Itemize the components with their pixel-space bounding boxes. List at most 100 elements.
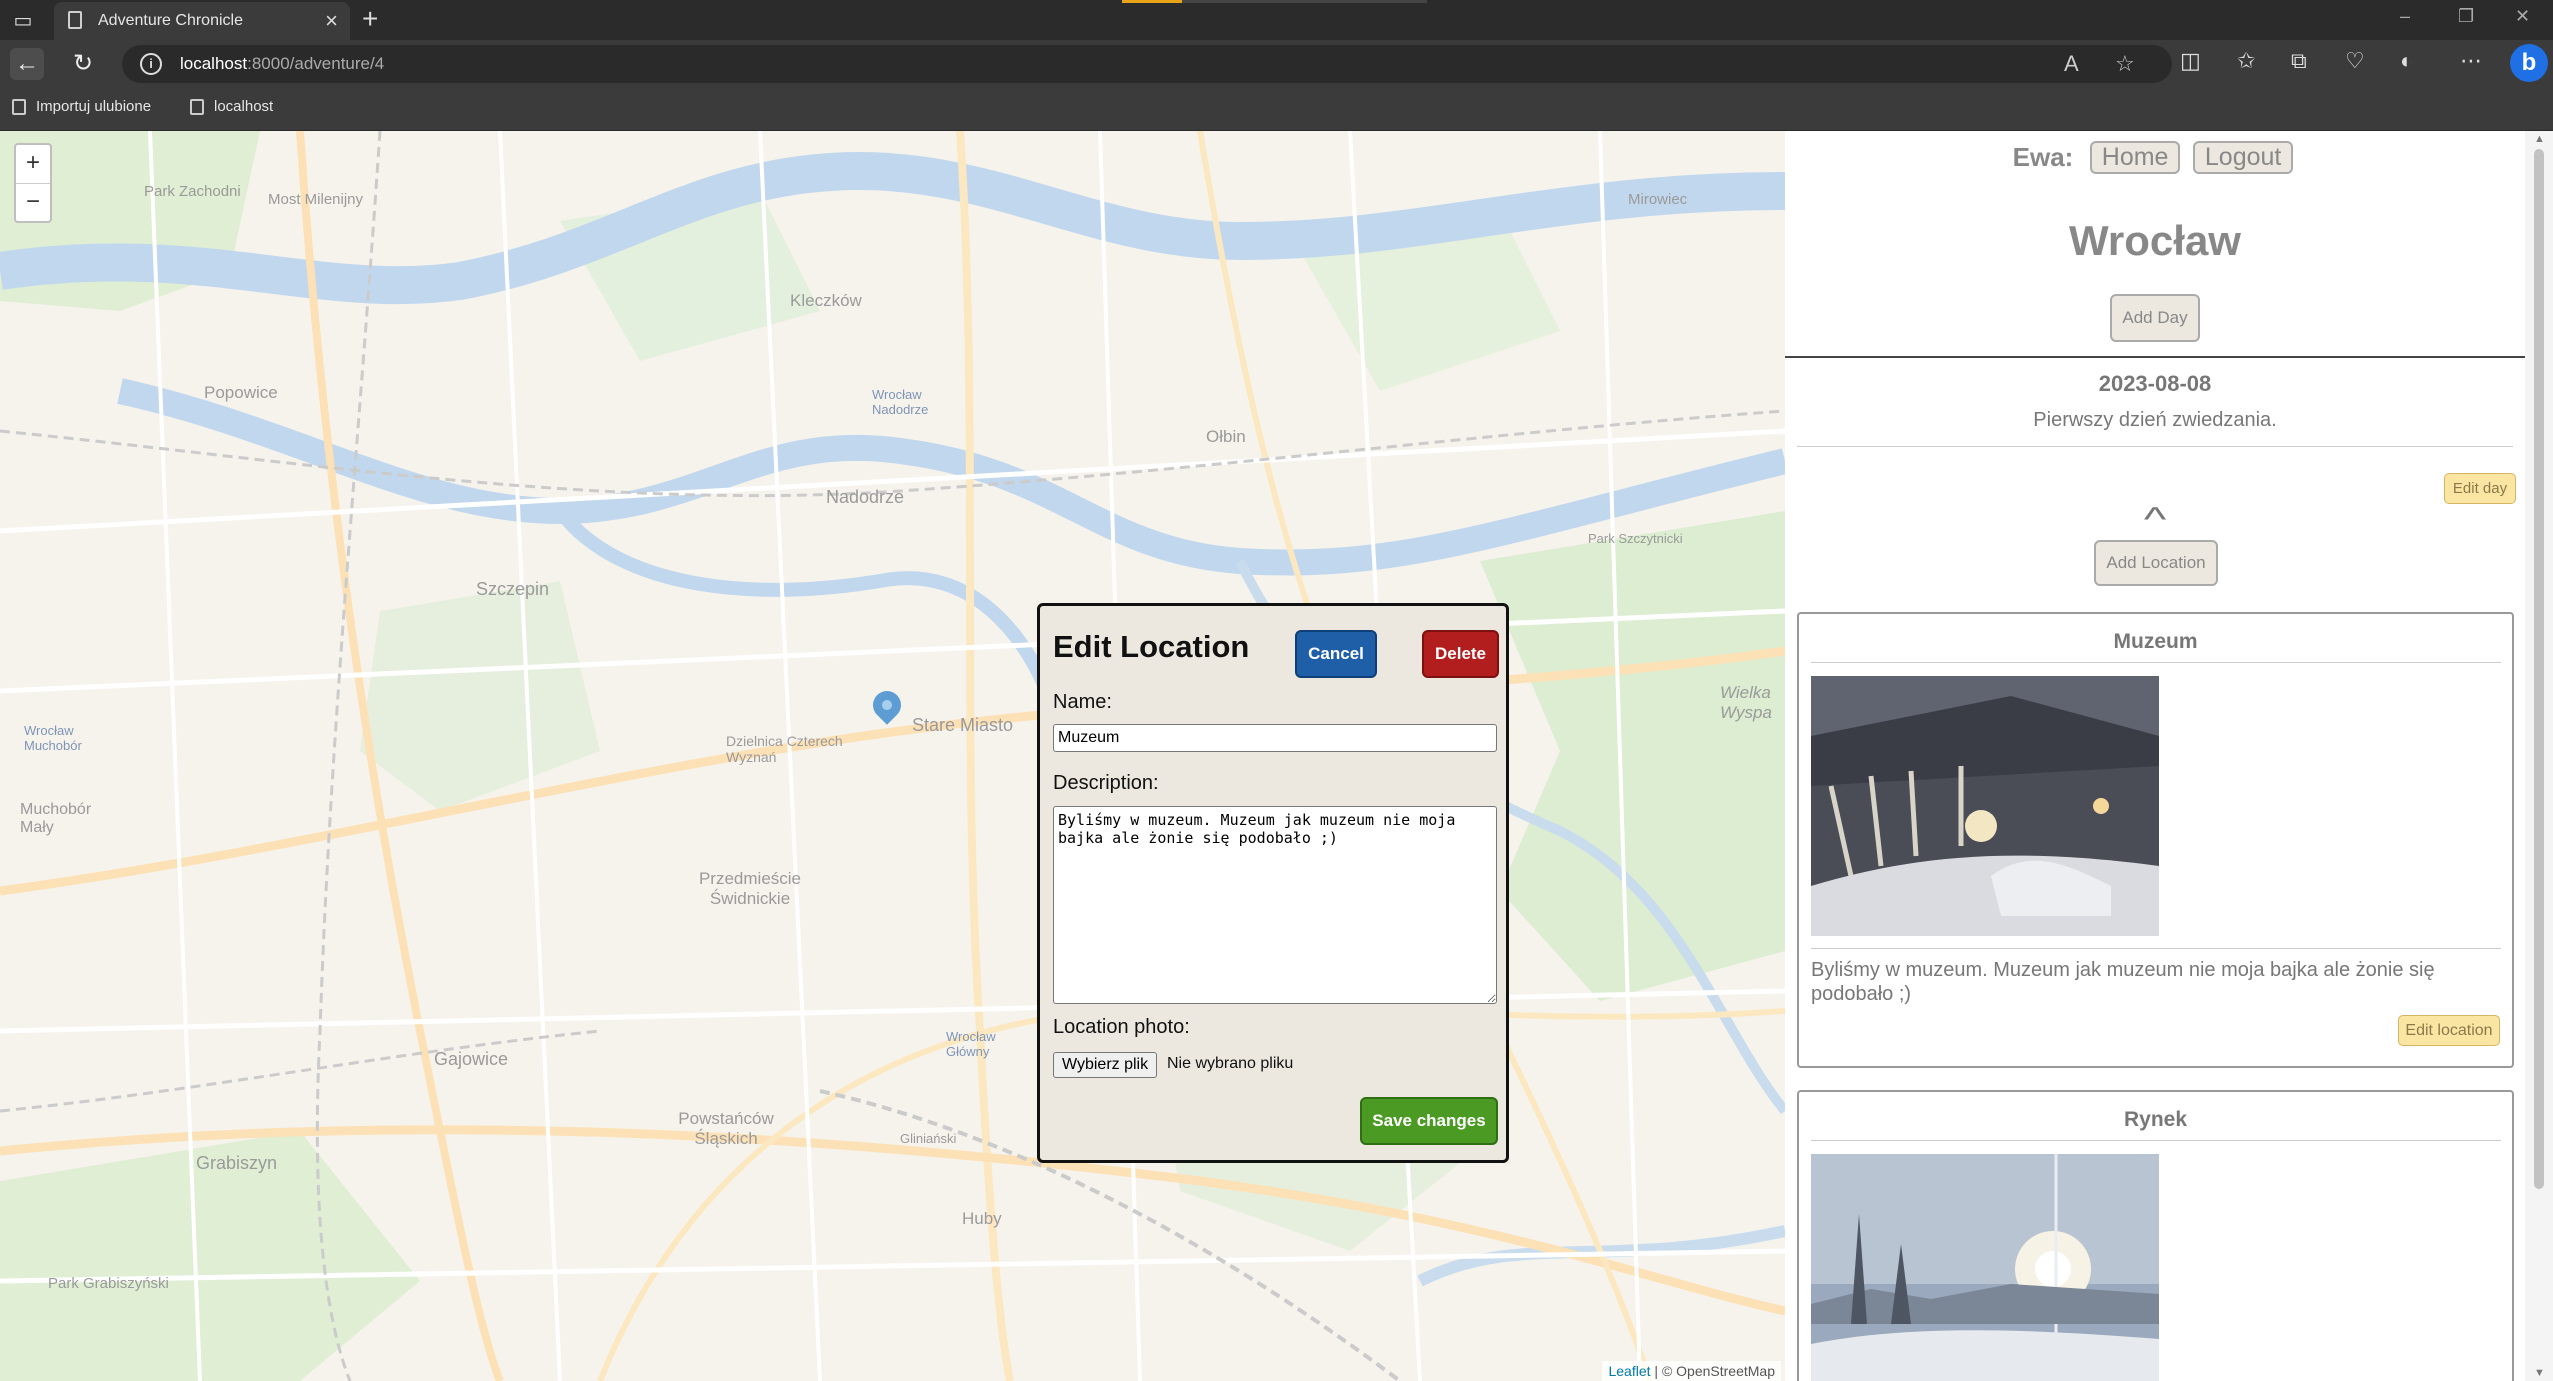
map-label: Szczepin: [476, 579, 550, 599]
map-label: Ołbin: [1206, 427, 1246, 446]
minimize-button[interactable]: –: [2400, 6, 2410, 27]
performance-icon[interactable]: ♡: [2345, 48, 2365, 74]
description-field[interactable]: Byliśmy w muzeum. Muzeum jak muzeum nie …: [1053, 806, 1497, 1004]
map-attribution: Leaflet | © OpenStreetMap: [1602, 1361, 1781, 1381]
location-name: Rynek: [2123, 1108, 2188, 1131]
day-description: Pierwszy dzień zwiedzania.: [2033, 409, 2277, 431]
tab-indicator-track: [1182, 0, 1427, 3]
name-label: Name:: [1053, 691, 1112, 713]
page-icon: [68, 11, 82, 29]
map-label: Przedmieście Świdnickie: [698, 869, 802, 908]
map-label: Gajowice: [434, 1049, 509, 1069]
map-label: Mirowiec: [1628, 191, 1688, 208]
file-status: Nie wybrano pliku: [1167, 1055, 1294, 1072]
map-label: Kleczków: [790, 291, 862, 310]
copilot-icon[interactable]: b: [2510, 44, 2548, 82]
save-changes-button[interactable]: Save changes: [1360, 1097, 1498, 1145]
cancel-button[interactable]: Cancel: [1295, 630, 1377, 678]
user-nav: Ewa: Home Logout: [1785, 141, 2525, 174]
leaflet-link[interactable]: Leaflet: [1608, 1363, 1650, 1379]
photo-label: Location photo:: [1053, 1016, 1190, 1038]
collapse-chevron-icon[interactable]: ^: [1785, 501, 2525, 540]
map-label: Gliniański: [900, 1131, 957, 1146]
close-tab-icon[interactable]: ×: [325, 8, 338, 34]
edit-location-button[interactable]: Edit location: [2398, 1015, 2500, 1046]
divider: [1797, 446, 2513, 447]
import-icon: [12, 99, 26, 116]
site-info-icon[interactable]: i: [140, 53, 162, 75]
scroll-down-icon[interactable]: ▼: [2534, 1367, 2545, 1379]
reload-button[interactable]: ↻: [66, 48, 100, 80]
location-card: Rynek: [1797, 1090, 2514, 1381]
divider: [1811, 1140, 2501, 1141]
tab-indicator: [1122, 0, 1182, 3]
name-field[interactable]: [1053, 724, 1497, 752]
map-label: Nadodrze: [826, 487, 905, 507]
map-label: Park Szczytnicki: [1588, 531, 1683, 546]
split-screen-icon[interactable]: ◫: [2180, 48, 2201, 74]
browser-toolbar: ← ↻ i localhost:8000/adventure/4 A ☆ ◫ ✩…: [0, 40, 2553, 88]
read-aloud-icon[interactable]: A: [2064, 51, 2079, 77]
scroll-up-icon[interactable]: ▲: [2534, 133, 2545, 145]
url-text[interactable]: localhost:8000/adventure/4: [180, 54, 384, 74]
divider: [1811, 662, 2501, 663]
location-name: Muzeum: [2113, 630, 2198, 653]
tab-actions-icon[interactable]: ▭: [10, 8, 36, 34]
map-label: Popowice: [204, 383, 278, 402]
tab-strip: ▭ Adventure Chronicle × + – ❐ ✕: [0, 0, 2553, 40]
profile-icon[interactable]: ◐: [2400, 48, 2413, 74]
adventure-sidebar: Ewa: Home Logout Wrocław Add Day 2023-08…: [1785, 131, 2525, 1381]
map-label: Huby: [962, 1209, 1002, 1228]
zoom-in-button[interactable]: +: [16, 145, 50, 184]
osm-attribution: | © OpenStreetMap: [1654, 1363, 1775, 1379]
logout-button[interactable]: Logout: [2192, 141, 2294, 174]
day-date: 2023-08-08: [2098, 371, 2212, 396]
favorite-star-icon[interactable]: ☆: [2115, 51, 2135, 77]
zoom-control: + −: [14, 143, 52, 223]
map-label: Most Milenijny: [268, 191, 364, 208]
edit-day-button[interactable]: Edit day: [2444, 473, 2516, 504]
map-label: Wrocław Nadodrze: [872, 387, 929, 417]
address-bar[interactable]: i localhost:8000/adventure/4 A ☆: [122, 45, 2172, 83]
zoom-out-button[interactable]: −: [16, 184, 50, 222]
divider: [1785, 356, 2525, 358]
bookmarks-bar: Importuj ulubione localhost: [0, 88, 2553, 131]
location-description: Byliśmy w muzeum. Muzeum jak muzeum nie …: [1811, 959, 2435, 1005]
bookmark-localhost[interactable]: localhost: [190, 98, 273, 116]
map-label: Park Zachodni: [144, 183, 241, 200]
divider: [1811, 948, 2501, 949]
delete-button[interactable]: Delete: [1422, 630, 1499, 678]
home-button[interactable]: Home: [2089, 141, 2181, 174]
choose-file-button[interactable]: Wybierz plik: [1053, 1052, 1158, 1078]
add-day-button[interactable]: Add Day: [2110, 294, 2200, 342]
map-label: Grabiszyn: [196, 1153, 278, 1173]
location-card: Muzeum Byliśmy w muzeum. Muzeum jak muze…: [1797, 612, 2514, 1068]
username: Ewa:: [2012, 142, 2074, 172]
add-location-button[interactable]: Add Location: [2094, 540, 2218, 586]
map-dimmer: [0, 131, 1785, 1381]
browser-tab[interactable]: Adventure Chronicle ×: [54, 2, 350, 40]
more-menu-icon[interactable]: ⋯: [2460, 48, 2482, 74]
map-label: Wrocław Główny: [946, 1029, 996, 1059]
edit-location-modal: Edit Location Cancel Delete Name: Descri…: [1037, 603, 1509, 1163]
map[interactable]: Most Milenijny Park Zachodni Kleczków Na…: [0, 131, 1785, 1381]
sidebar-scrollbar[interactable]: ▲ ▼: [2525, 131, 2553, 1381]
scrollbar-thumb[interactable]: [2534, 149, 2544, 1189]
modal-title: Edit Location: [1053, 629, 1250, 664]
map-label: Dzielnica Czterech Wyznań: [726, 733, 843, 765]
new-tab-button[interactable]: +: [362, 3, 378, 35]
map-label: Wrocław Muchobór: [24, 723, 82, 753]
map-label: Powstańców Śląskich: [678, 1109, 774, 1148]
collections-icon[interactable]: ⧉: [2291, 48, 2307, 74]
close-window-button[interactable]: ✕: [2515, 6, 2530, 27]
restore-button[interactable]: ❐: [2458, 6, 2474, 27]
favorites-icon[interactable]: ✩: [2237, 48, 2255, 74]
adventure-title: Wrocław: [2069, 217, 2241, 264]
back-button[interactable]: ←: [10, 48, 44, 80]
location-photo: [1811, 1154, 2159, 1381]
bookmark-import[interactable]: Importuj ulubione: [12, 98, 151, 116]
description-label: Description:: [1053, 772, 1159, 794]
page: Most Milenijny Park Zachodni Kleczków Na…: [0, 131, 2553, 1381]
tab-title: Adventure Chronicle: [98, 12, 243, 29]
location-photo: [1811, 676, 2159, 936]
